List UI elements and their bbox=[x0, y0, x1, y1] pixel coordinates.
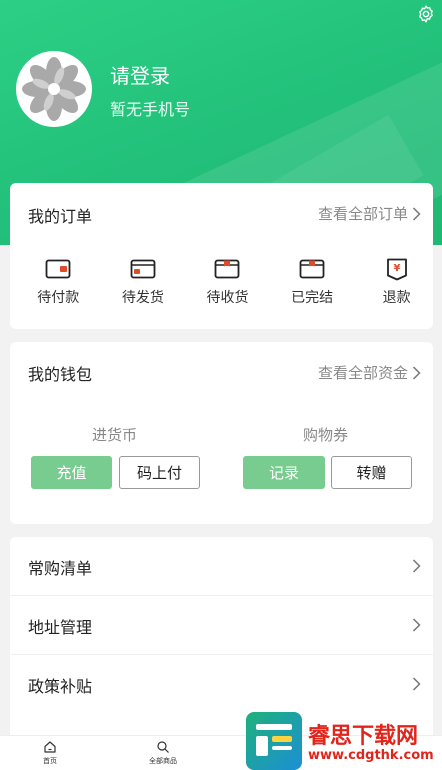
chevron-right-icon bbox=[412, 206, 421, 221]
wallet-card: 我的钱包 查看全部资金 进货币 购物券 充值 码上付 记录 转赠 bbox=[10, 342, 433, 524]
recharge-button[interactable]: 充值 bbox=[31, 456, 112, 489]
wallet-icon bbox=[45, 259, 71, 279]
svg-text:¥: ¥ bbox=[393, 263, 400, 274]
order-status-label: 已完结 bbox=[291, 290, 334, 306]
menu-item-label: 地址管理 bbox=[28, 618, 93, 637]
menu-item-subsidy[interactable]: 政策补贴 bbox=[10, 655, 433, 714]
voucher-record-button[interactable]: 记录 bbox=[243, 456, 325, 489]
menu-item-address[interactable]: 地址管理 bbox=[10, 596, 433, 655]
truck-box-icon bbox=[130, 259, 156, 279]
menu-list: 常购清单 地址管理 政策补贴 bbox=[10, 537, 433, 737]
wallet-title: 我的钱包 bbox=[28, 365, 93, 384]
orders-card: 我的订单 查看全部订单 待付款 待发货 待收货 已完结 ¥ 退款 bbox=[10, 183, 433, 329]
shopping-voucher-label: 购物券 bbox=[303, 426, 349, 444]
view-all-funds-link[interactable]: 查看全部资金 bbox=[318, 362, 421, 383]
login-prompt[interactable]: 请登录 bbox=[110, 60, 170, 89]
home-icon bbox=[44, 741, 56, 753]
view-all-orders-link[interactable]: 查看全部订单 bbox=[318, 203, 421, 224]
pay-code-button[interactable]: 码上付 bbox=[119, 456, 200, 489]
watermark-title: 睿思下载网 bbox=[308, 724, 419, 749]
menu-item-frequent-list[interactable]: 常购清单 bbox=[10, 537, 433, 596]
site-watermark: 睿思下载网 www.cdgthk.com bbox=[246, 712, 442, 770]
done-box-icon bbox=[299, 259, 325, 279]
order-status-pending-shipment[interactable]: 待发货 bbox=[107, 257, 180, 307]
chevron-right-icon bbox=[412, 618, 421, 632]
chevron-right-icon bbox=[412, 677, 421, 691]
order-status-label: 退款 bbox=[382, 290, 411, 306]
order-status-pending-payment[interactable]: 待付款 bbox=[22, 257, 95, 307]
tab-home[interactable]: 首页 bbox=[43, 740, 57, 766]
search-icon bbox=[157, 741, 169, 753]
avatar[interactable] bbox=[16, 51, 92, 127]
settings-gear-icon[interactable] bbox=[416, 4, 436, 24]
phone-number-text: 暂无手机号 bbox=[110, 100, 191, 119]
order-status-pending-receipt[interactable]: 待收货 bbox=[191, 257, 264, 307]
order-status-label: 待发货 bbox=[121, 290, 164, 306]
voucher-gift-button[interactable]: 转赠 bbox=[331, 456, 412, 489]
menu-item-label: 政策补贴 bbox=[28, 677, 93, 696]
box-icon bbox=[215, 259, 240, 279]
menu-item-label: 常购清单 bbox=[28, 559, 93, 578]
tab-all-products[interactable]: 全部商品 bbox=[149, 740, 177, 766]
order-status-completed[interactable]: 已完结 bbox=[276, 257, 349, 307]
tab-home-label: 首页 bbox=[43, 757, 57, 765]
purchase-coin-label: 进货币 bbox=[92, 426, 138, 444]
watermark-url: www.cdgthk.com bbox=[308, 748, 434, 763]
refund-icon: ¥ bbox=[386, 258, 407, 281]
chevron-right-icon bbox=[412, 559, 421, 573]
view-all-orders-label: 查看全部订单 bbox=[317, 205, 408, 223]
chevron-right-icon bbox=[412, 365, 421, 380]
watermark-logo-icon bbox=[246, 712, 302, 770]
view-all-funds-label: 查看全部资金 bbox=[317, 364, 408, 382]
avatar-flower-icon bbox=[22, 57, 86, 121]
order-status-label: 待收货 bbox=[206, 290, 249, 306]
order-status-label: 待付款 bbox=[37, 290, 80, 306]
order-status-refund[interactable]: ¥ 退款 bbox=[360, 257, 433, 307]
orders-title: 我的订单 bbox=[28, 207, 93, 226]
tab-all-products-label: 全部商品 bbox=[149, 757, 177, 765]
